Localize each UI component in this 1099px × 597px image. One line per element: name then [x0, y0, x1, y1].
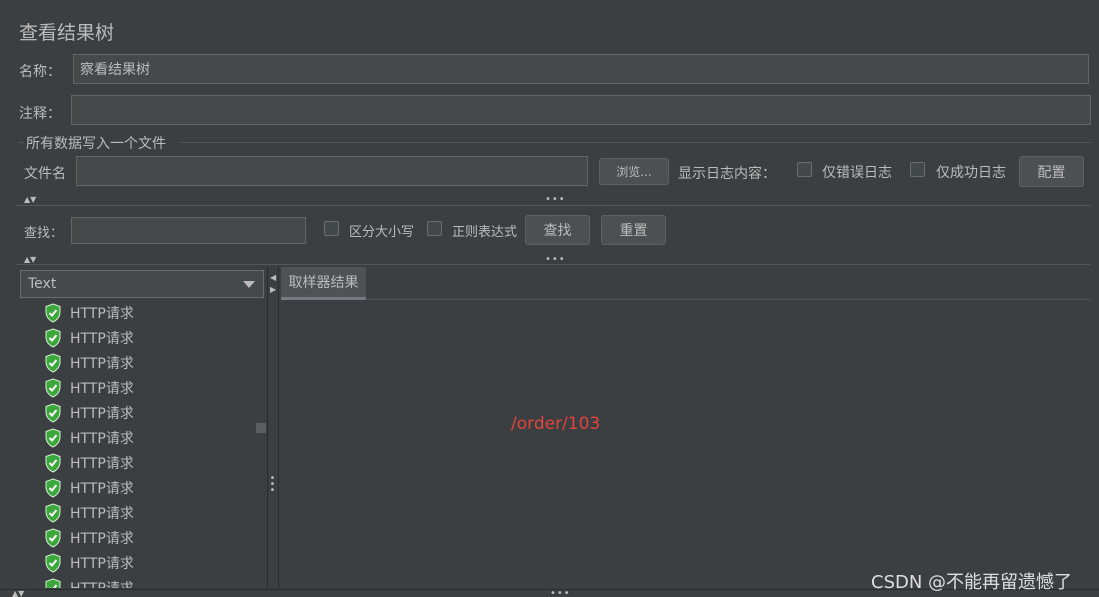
reset-button[interactable]: 重置	[601, 215, 666, 245]
case-sensitive-checkbox[interactable]	[324, 221, 339, 236]
tree-item[interactable]: HTTP请求	[44, 477, 134, 499]
search-input[interactable]	[71, 217, 306, 244]
success-shield-icon	[45, 428, 61, 448]
success-only-label: 仅成功日志	[936, 165, 1006, 181]
splitter-middle-arrows-icon[interactable]: ▲▼	[24, 256, 36, 264]
bottom-splitter-arrows-icon[interactable]: ▲▼	[12, 590, 24, 597]
tree-item[interactable]: HTTP请求	[44, 352, 134, 374]
search-label: 查找：	[24, 226, 64, 241]
tree-item-label: HTTP请求	[70, 431, 134, 447]
tree-item[interactable]: HTTP请求	[44, 452, 134, 474]
file-group-title: 所有数据写入一个文件	[26, 136, 166, 152]
panel-title: 查看结果树	[19, 22, 115, 44]
case-sensitive-label: 区分大小写	[349, 225, 415, 240]
bottom-splitter-grip-icon[interactable]: •••	[550, 589, 571, 597]
tree-item[interactable]: HTTP请求	[44, 577, 134, 588]
tab-strip-line	[366, 299, 1091, 300]
tree-item-label: HTTP请求	[70, 331, 134, 347]
tree-item[interactable]: HTTP请求	[44, 377, 134, 399]
name-input[interactable]: 察看结果树	[73, 54, 1089, 84]
group-border-right	[180, 142, 1091, 143]
splitter-top[interactable]: ▲▼ •••	[16, 195, 1091, 205]
renderer-select[interactable]: Text	[20, 270, 264, 298]
splitter-collapse-arrows-icon[interactable]: ▲▼	[24, 196, 36, 204]
success-only-checkbox[interactable]	[910, 162, 925, 177]
tree-item-label: HTTP请求	[70, 481, 134, 497]
success-shield-icon	[45, 478, 61, 498]
pane-collapse-arrows-icon[interactable]: ◀ ▶	[270, 272, 276, 296]
success-shield-icon	[45, 503, 61, 523]
errors-only-checkbox[interactable]	[797, 162, 812, 177]
success-shield-icon	[45, 553, 61, 573]
comment-label: 注释：	[19, 106, 61, 122]
success-shield-icon	[45, 353, 61, 373]
tree-item[interactable]: HTTP请求	[44, 302, 134, 324]
results-tree[interactable]: HTTP请求 HTTP请求 HTTP请求 HTTP请求 HTTP请求 HTTP请求 HTTP…	[20, 302, 266, 588]
chevron-down-icon	[243, 281, 255, 288]
splitter-line-top	[16, 205, 1091, 206]
regex-label: 正则表达式	[452, 225, 518, 240]
pane-grip-icon[interactable]: • • •	[268, 474, 278, 496]
tree-item-label: HTTP请求	[70, 356, 134, 372]
name-input-value: 察看结果树	[80, 62, 150, 78]
configure-button[interactable]: 配置	[1019, 156, 1084, 187]
result-content-text: /order/103	[511, 414, 601, 434]
tree-scrollbar-thumb[interactable]	[256, 423, 266, 433]
splitter-grip-icon[interactable]: •••	[545, 195, 566, 205]
success-shield-icon	[45, 303, 61, 323]
success-shield-icon	[45, 403, 61, 423]
tree-item-label: HTTP请求	[70, 531, 134, 547]
tree-item-label: HTTP请求	[70, 406, 134, 422]
success-shield-icon	[45, 453, 61, 473]
tree-item-label: HTTP请求	[70, 306, 134, 322]
comment-input[interactable]	[71, 95, 1091, 125]
splitter-middle-grip-icon[interactable]: •••	[545, 255, 566, 265]
pane-divider-line-right	[278, 266, 279, 588]
pane-divider-line	[267, 266, 268, 588]
renderer-select-value: Text	[28, 276, 57, 292]
tree-item[interactable]: HTTP请求	[44, 502, 134, 524]
filename-input[interactable]	[76, 156, 588, 186]
success-shield-icon	[45, 578, 61, 588]
success-shield-icon	[45, 328, 61, 348]
name-label: 名称：	[19, 64, 61, 80]
tree-item-label: HTTP请求	[70, 506, 134, 522]
splitter-middle[interactable]: ▲▼ •••	[16, 255, 1091, 265]
tree-item-label: HTTP请求	[70, 578, 134, 588]
errors-only-label: 仅错误日志	[822, 165, 892, 181]
tree-item-label: HTTP请求	[70, 456, 134, 472]
tree-item[interactable]: HTTP请求	[44, 427, 134, 449]
tree-item[interactable]: HTTP请求	[44, 327, 134, 349]
find-button[interactable]: 查找	[525, 215, 590, 245]
tree-item[interactable]: HTTP请求	[44, 527, 134, 549]
tree-item-label: HTTP请求	[70, 381, 134, 397]
csdn-watermark: CSDN @不能再留遗憾了	[871, 572, 1073, 593]
regex-checkbox[interactable]	[427, 221, 442, 236]
tree-item[interactable]: HTTP请求	[44, 402, 134, 424]
filename-label: 文件名	[24, 166, 66, 182]
success-shield-icon	[45, 378, 61, 398]
group-border-left	[18, 142, 24, 143]
tree-item-label: HTTP请求	[70, 556, 134, 572]
log-content-label: 显示日志内容：	[678, 166, 776, 182]
splitter-line-middle	[16, 264, 1091, 265]
success-shield-icon	[45, 528, 61, 548]
view-results-tree-panel: 查看结果树 名称： 察看结果树 注释： 所有数据写入一个文件 文件名 浏览...…	[0, 0, 1099, 597]
tab-sampler-result[interactable]: 取样器结果	[281, 267, 366, 300]
browse-button[interactable]: 浏览...	[599, 158, 669, 185]
tree-item[interactable]: HTTP请求	[44, 552, 134, 574]
